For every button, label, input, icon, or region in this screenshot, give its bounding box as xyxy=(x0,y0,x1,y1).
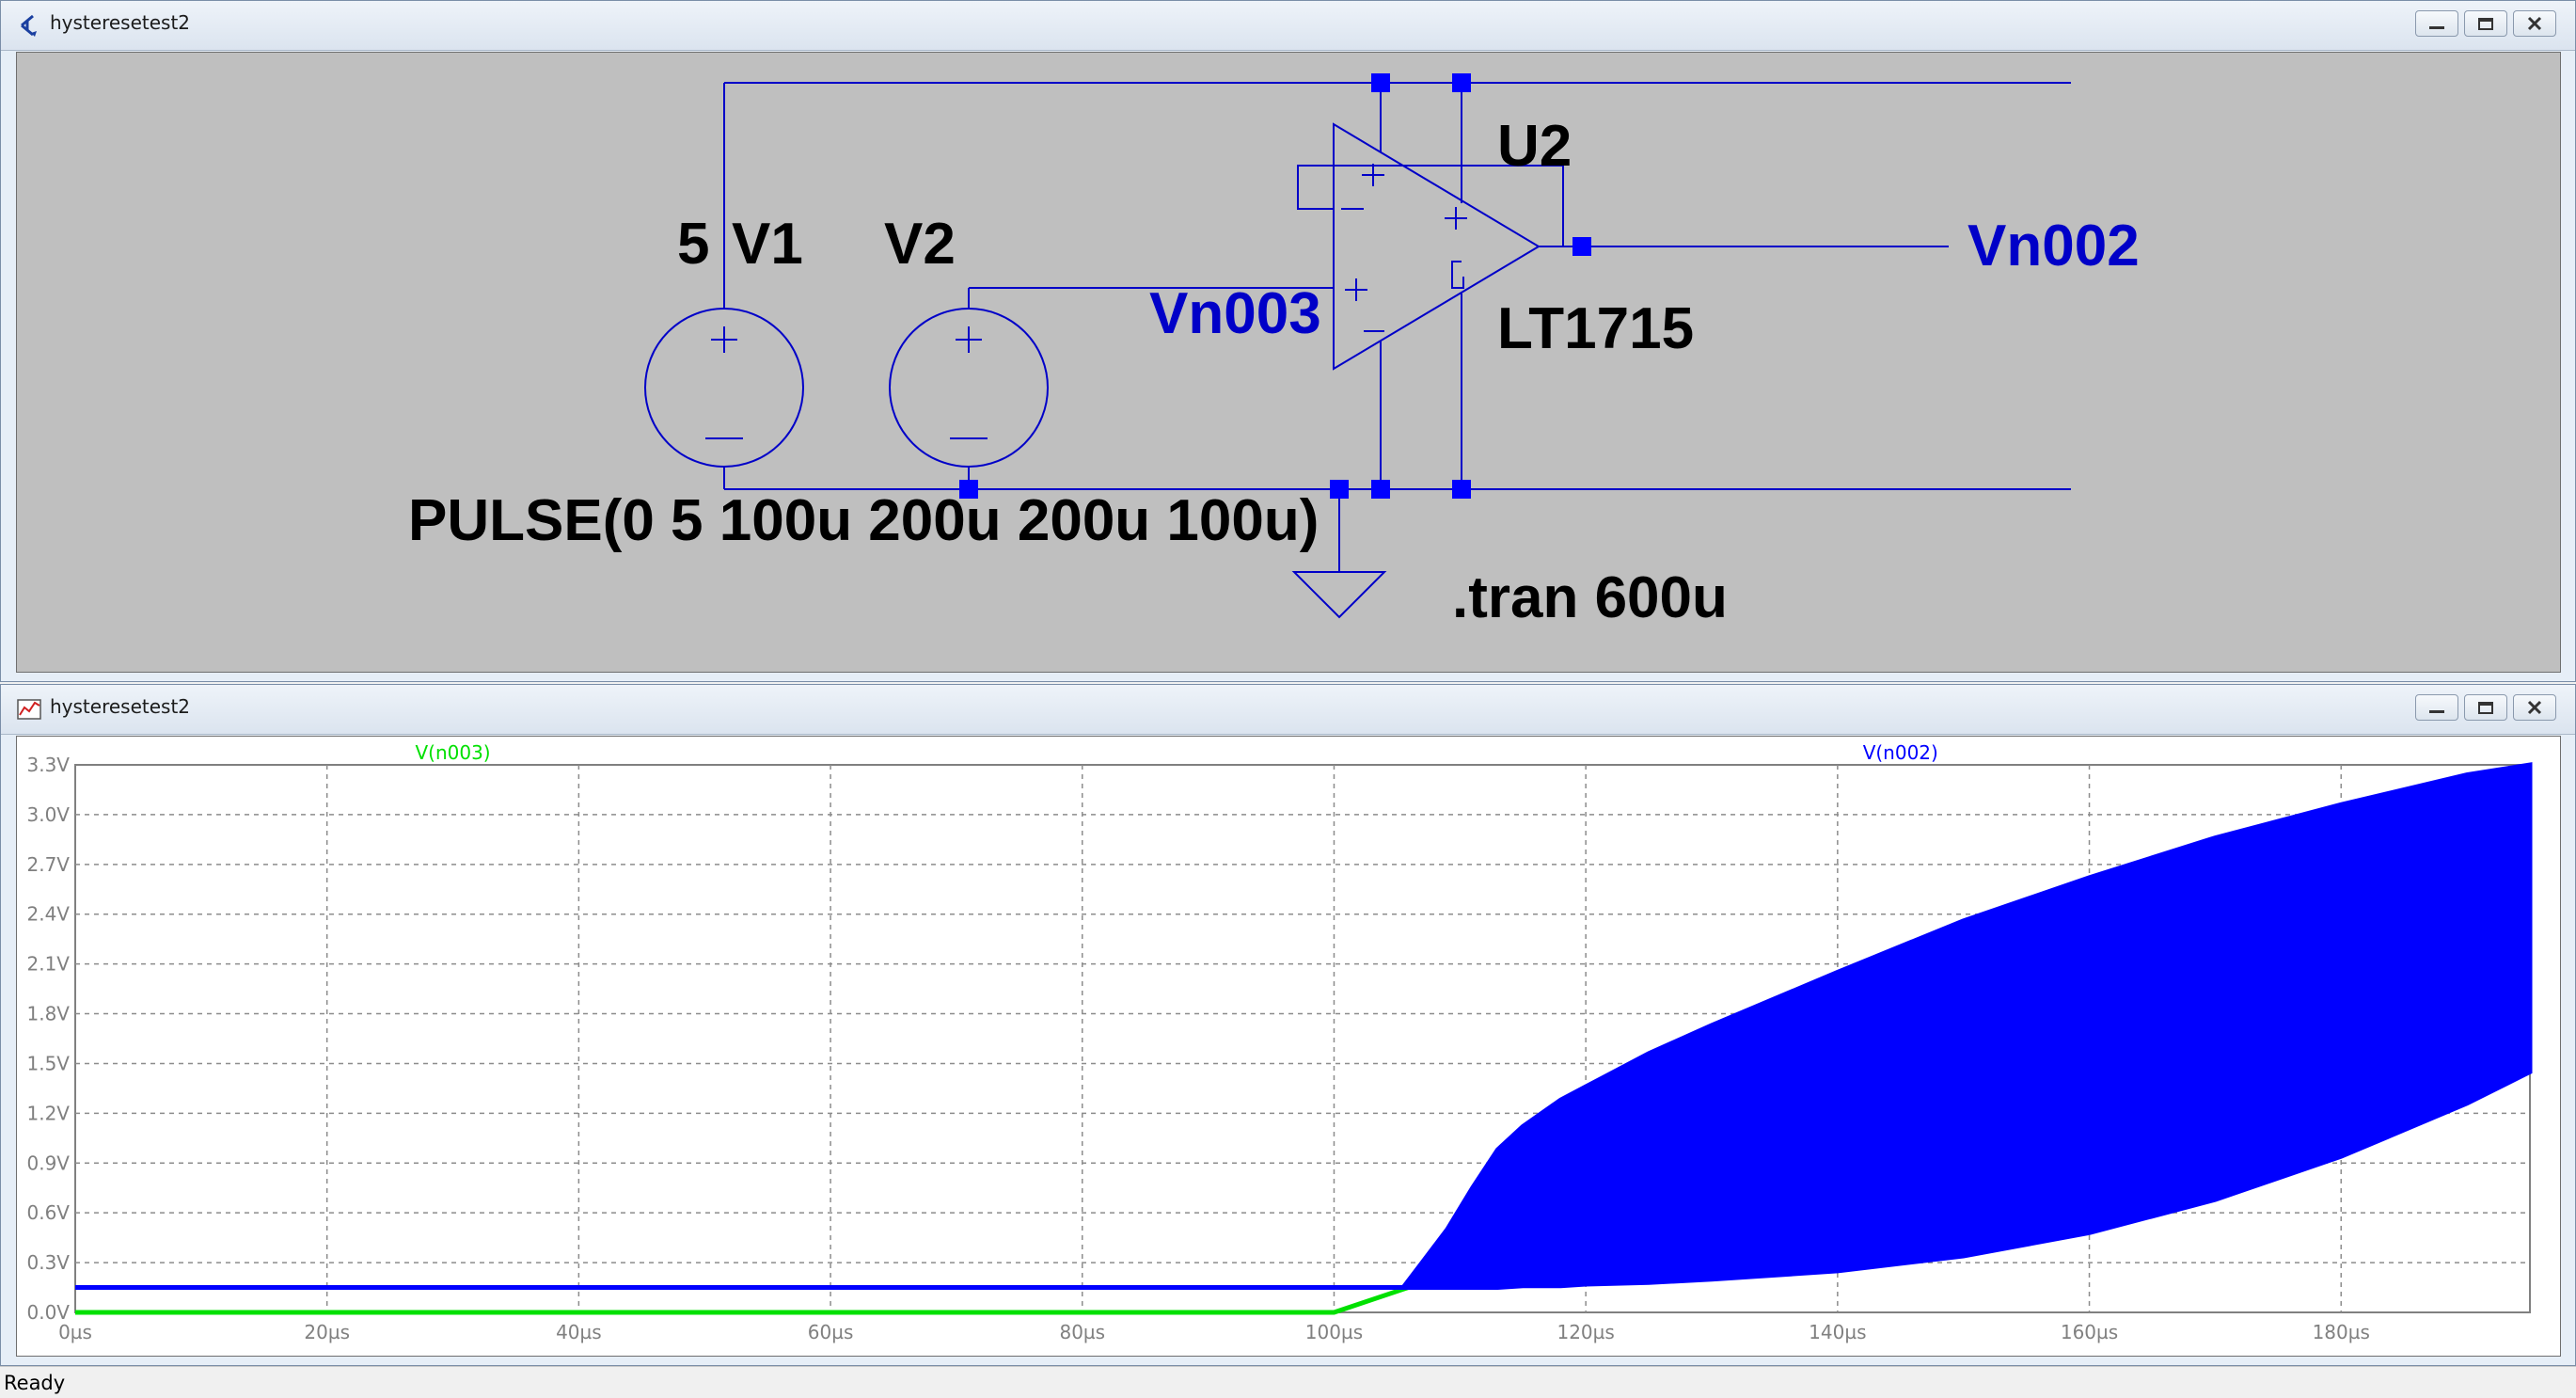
x-tick-label: 80µs xyxy=(1059,1321,1105,1343)
y-tick-label: 1.5V xyxy=(27,1052,71,1074)
y-tick-label: 3.0V xyxy=(27,803,71,826)
x-tick-label: 60µs xyxy=(808,1321,854,1343)
status-bar: Ready xyxy=(0,1366,2576,1398)
junction-dot xyxy=(1330,480,1349,499)
minimize-button[interactable] xyxy=(2415,10,2458,37)
junction-dot xyxy=(1371,480,1390,499)
close-button[interactable] xyxy=(2513,694,2556,721)
x-tick-label: 120µs xyxy=(1557,1321,1614,1343)
u2-name-label[interactable]: U2 xyxy=(1497,114,1572,179)
minimize-icon xyxy=(2429,26,2444,29)
y-tick-label: 1.2V xyxy=(27,1102,71,1124)
legend-v-n002[interactable]: V(n002) xyxy=(1863,741,1938,764)
v2-pulse-spec[interactable]: PULSE(0 5 100u 200u 200u 100u) xyxy=(408,488,1319,553)
minimize-button[interactable] xyxy=(2415,694,2458,721)
schematic-window-title: hysteresetest2 xyxy=(50,11,191,34)
legend-v-n003[interactable]: V(n003) xyxy=(415,741,490,764)
x-tick-label: 140µs xyxy=(1809,1321,1866,1343)
close-icon xyxy=(2527,16,2542,31)
waveform-titlebar[interactable]: hysteresetest2 xyxy=(1,685,2575,735)
minimize-icon xyxy=(2429,710,2444,713)
y-tick-label: 0.6V xyxy=(27,1201,71,1224)
ground-symbol[interactable] xyxy=(1291,571,1387,619)
junction-dot xyxy=(1452,73,1471,92)
schematic-canvas[interactable]: 5 V1 V2 U2 LT1715 Vn003 Vn002 PULSE(0 5 … xyxy=(16,52,2561,673)
schematic-drawing[interactable]: 5 V1 V2 U2 LT1715 Vn003 Vn002 PULSE(0 5 … xyxy=(17,53,2560,672)
waveform-window-title: hysteresetest2 xyxy=(50,695,191,718)
y-tick-label: 0.0V xyxy=(27,1301,71,1324)
y-tick-label: 0.3V xyxy=(27,1251,71,1274)
plot-pane[interactable]: V(n003) V(n002) 0µs 20µs 40µs 60µs 80µs 100µs 12… xyxy=(16,736,2561,1357)
schematic-window: hysteresetest2 5 V1 V2 U2 LT1715 Vn003 V… xyxy=(0,0,2576,682)
status-text: Ready xyxy=(4,1372,66,1394)
junction-dot xyxy=(1371,73,1390,92)
y-tick-label: 3.3V xyxy=(27,754,71,776)
x-tick-label: 180µs xyxy=(2313,1321,2370,1343)
restore-icon xyxy=(2478,702,2493,714)
x-tick-label: 160µs xyxy=(2061,1321,2118,1343)
v1-name-label[interactable]: V1 xyxy=(732,212,803,277)
x-tick-label: 40µs xyxy=(556,1321,602,1343)
close-icon xyxy=(2527,700,2542,715)
net-label-n002[interactable]: Vn002 xyxy=(1968,214,2140,278)
schematic-titlebar[interactable]: hysteresetest2 xyxy=(1,1,2575,51)
y-tick-label: 2.7V xyxy=(27,853,71,876)
restore-icon xyxy=(2478,18,2493,30)
net-label-n003[interactable]: Vn003 xyxy=(1149,281,1321,346)
x-tick-label: 100µs xyxy=(1305,1321,1363,1343)
y-tick-label: 1.8V xyxy=(27,1003,71,1025)
y-tick-label: 0.9V xyxy=(27,1152,71,1174)
restore-button[interactable] xyxy=(2464,10,2507,37)
waveform-plot[interactable]: V(n003) V(n002) 0µs 20µs 40µs 60µs 80µs 100µs 12… xyxy=(17,737,2560,1356)
close-button[interactable] xyxy=(2513,10,2556,37)
junction-dot xyxy=(1572,237,1591,256)
v2-name-label[interactable]: V2 xyxy=(884,212,956,277)
waveform-icon xyxy=(17,699,41,720)
x-tick-label: 20µs xyxy=(304,1321,350,1343)
y-tick-label: 2.1V xyxy=(27,953,71,976)
schematic-icon xyxy=(21,14,37,37)
tran-directive[interactable]: .tran 600u xyxy=(1452,565,1728,630)
waveform-window: hysteresetest2 V(n003) V(n002) 0µs 20µs 40µs… xyxy=(0,684,2576,1366)
y-tick-label: 2.4V xyxy=(27,903,71,926)
restore-button[interactable] xyxy=(2464,694,2507,721)
junction-dot xyxy=(1452,480,1471,499)
x-tick-label: 0µs xyxy=(58,1321,92,1343)
u2-part-label[interactable]: LT1715 xyxy=(1497,296,1694,361)
v1-value-label[interactable]: 5 xyxy=(677,212,709,277)
